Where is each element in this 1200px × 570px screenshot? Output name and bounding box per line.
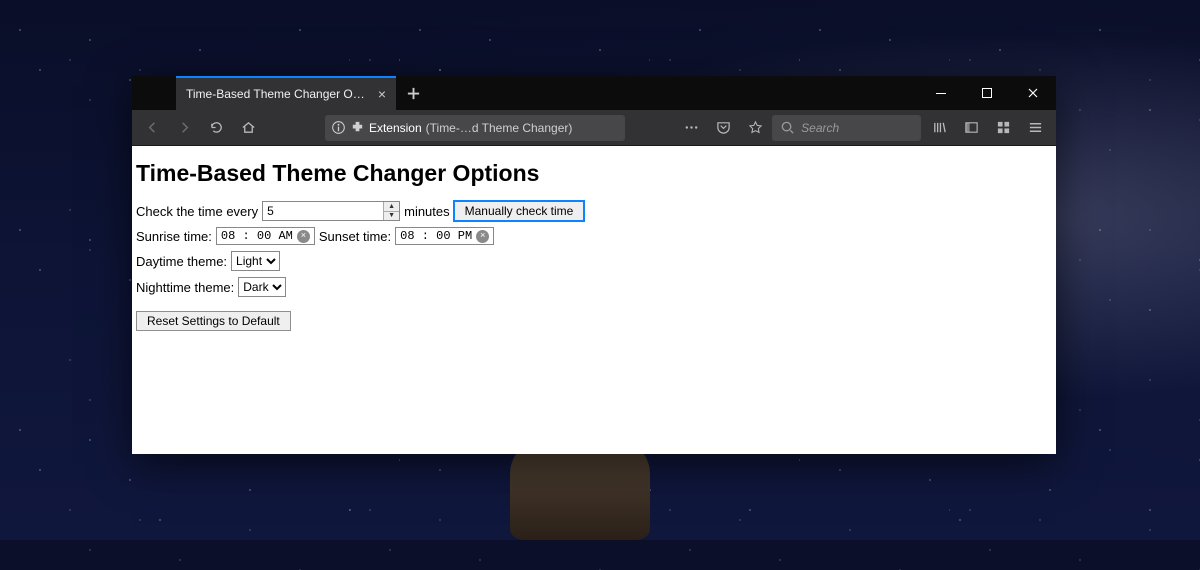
clear-sunset-icon[interactable]: × <box>476 230 489 243</box>
library-button[interactable] <box>925 114 955 142</box>
check-interval-input[interactable] <box>262 201 400 221</box>
tab-title: Time-Based Theme Changer Options <box>186 87 370 101</box>
window-minimize-button[interactable] <box>918 76 964 110</box>
sunset-time-value: 08 : 00 PM <box>400 229 472 243</box>
search-placeholder: Search <box>801 121 839 135</box>
nighttime-theme-select[interactable]: Dark <box>238 277 286 297</box>
reload-icon <box>209 120 224 135</box>
page-title: Time-Based Theme Changer Options <box>136 160 1052 187</box>
home-button[interactable] <box>233 114 263 142</box>
check-interval-prefix: Check the time every <box>136 204 258 219</box>
back-button[interactable] <box>138 114 168 142</box>
nighttime-theme-label: Nighttime theme: <box>136 280 234 295</box>
minimize-icon <box>935 87 947 99</box>
info-icon <box>331 120 346 135</box>
titlebar-drag-area[interactable] <box>430 76 918 110</box>
app-menu-button[interactable] <box>1020 114 1050 142</box>
sunset-label: Sunset time: <box>319 229 391 244</box>
new-tab-button[interactable] <box>396 76 430 110</box>
tab-strip-spacer <box>132 76 176 110</box>
reset-settings-button[interactable]: Reset Settings to Default <box>136 311 291 331</box>
spinner-down-icon[interactable]: ▼ <box>383 212 399 221</box>
library-icon <box>932 120 947 135</box>
close-icon <box>1027 87 1039 99</box>
spinner-buttons[interactable]: ▲ ▼ <box>383 202 399 220</box>
hamburger-icon <box>1028 120 1043 135</box>
daytime-theme-label: Daytime theme: <box>136 254 227 269</box>
maximize-icon <box>981 87 993 99</box>
page-content: Time-Based Theme Changer Options Check t… <box>132 146 1056 454</box>
nighttime-theme-row: Nighttime theme: Dark <box>136 277 1052 297</box>
browser-window: Time-Based Theme Changer Options × <box>132 76 1056 454</box>
check-interval-suffix: minutes <box>404 204 450 219</box>
sunrise-label: Sunrise time: <box>136 229 212 244</box>
url-text: (Time-…d Theme Changer) <box>426 121 573 135</box>
daytime-theme-row: Daytime theme: Light <box>136 251 1052 271</box>
sidebar-button[interactable] <box>957 114 987 142</box>
ellipsis-icon <box>684 120 699 135</box>
spinner-up-icon[interactable]: ▲ <box>383 202 399 212</box>
window-maximize-button[interactable] <box>964 76 1010 110</box>
tab-active[interactable]: Time-Based Theme Changer Options × <box>176 76 396 110</box>
reset-row: Reset Settings to Default <box>136 311 1052 331</box>
check-interval-spinner[interactable]: ▲ ▼ <box>262 201 400 221</box>
search-bar[interactable]: Search <box>772 115 921 141</box>
sidebar-icon <box>964 120 979 135</box>
addons-button[interactable] <box>988 114 1018 142</box>
home-icon <box>241 120 256 135</box>
extension-icon <box>350 120 365 135</box>
page-actions-button[interactable] <box>677 114 707 142</box>
addons-icon <box>996 120 1011 135</box>
window-close-button[interactable] <box>1010 76 1056 110</box>
star-icon <box>748 120 763 135</box>
check-interval-row: Check the time every ▲ ▼ minutes Manuall… <box>136 201 1052 221</box>
clear-sunrise-icon[interactable]: × <box>297 230 310 243</box>
arrow-right-icon <box>177 120 192 135</box>
navigation-toolbar: Extension (Time-…d Theme Changer) Search <box>132 110 1056 146</box>
search-icon <box>780 120 795 135</box>
pocket-icon <box>716 120 731 135</box>
forward-button[interactable] <box>170 114 200 142</box>
arrow-left-icon <box>145 120 160 135</box>
address-bar[interactable]: Extension (Time-…d Theme Changer) <box>325 115 625 141</box>
reload-button[interactable] <box>201 114 231 142</box>
site-identity[interactable] <box>331 120 365 135</box>
pocket-button[interactable] <box>709 114 739 142</box>
sunset-time-input[interactable]: 08 : 00 PM × <box>395 227 494 245</box>
bookmark-star-button[interactable] <box>740 114 770 142</box>
tab-close-icon[interactable]: × <box>376 85 388 103</box>
manually-check-time-button[interactable]: Manually check time <box>454 201 585 221</box>
titlebar: Time-Based Theme Changer Options × <box>132 76 1056 110</box>
sunrise-time-value: 08 : 00 AM <box>221 229 293 243</box>
daytime-theme-select[interactable]: Light <box>231 251 280 271</box>
url-prefix: Extension <box>369 121 422 135</box>
sunrise-time-input[interactable]: 08 : 00 AM × <box>216 227 315 245</box>
sun-times-row: Sunrise time: 08 : 00 AM × Sunset time: … <box>136 227 1052 245</box>
plus-icon <box>406 86 421 101</box>
